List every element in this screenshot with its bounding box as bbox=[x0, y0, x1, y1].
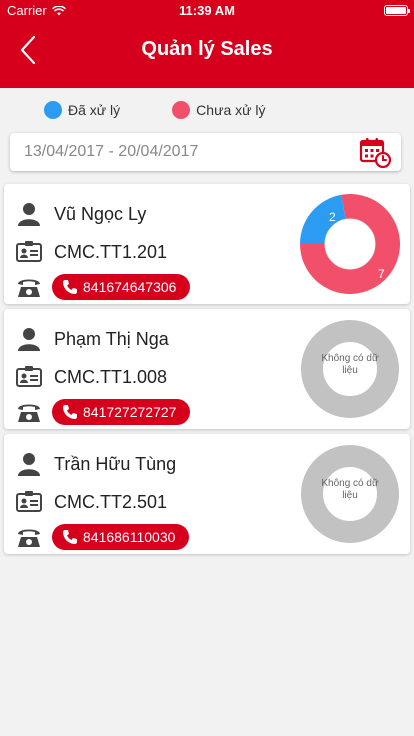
unprocessed-count: 7 bbox=[378, 267, 385, 281]
unprocessed-dot-icon bbox=[172, 101, 191, 119]
person-icon bbox=[18, 203, 40, 226]
no-data-label: Không có dữ liệu bbox=[321, 478, 379, 501]
id-card-icon bbox=[16, 241, 42, 262]
battery-icon bbox=[384, 5, 410, 16]
sales-card[interactable]: Vũ Ngọc Ly CMC.TT1.201 841674647306 2 7 bbox=[4, 184, 410, 304]
legend-item-unprocessed: Chưa xử lý bbox=[172, 101, 266, 119]
legend-label-processed: Đã xử lý bbox=[68, 102, 121, 118]
status-donut-chart: 2 7 bbox=[300, 194, 400, 294]
chart-legend: Đã xử lý Chưa xử lý bbox=[44, 100, 318, 120]
empty-donut-chart: Không có dữ liệu bbox=[301, 445, 399, 543]
phone-number: 841686110030 bbox=[83, 529, 176, 545]
sales-phone-row: 841727272727 bbox=[16, 399, 191, 425]
call-button[interactable]: 841686110030 bbox=[52, 524, 190, 550]
no-data-label: Không có dữ liệu bbox=[321, 353, 379, 376]
page-title: Quản lý Sales bbox=[141, 38, 273, 60]
sales-code-row: CMC.TT1.008 bbox=[16, 365, 167, 389]
nav-header: Carrier 11:39 AM Quản lý Sales bbox=[0, 0, 414, 88]
phone-icon bbox=[63, 405, 77, 419]
call-button[interactable]: 841727272727 bbox=[52, 399, 191, 425]
person-icon bbox=[18, 328, 40, 351]
phone-icon bbox=[63, 280, 77, 294]
telephone-icon bbox=[18, 279, 40, 297]
processed-count: 2 bbox=[329, 210, 336, 224]
phone-number: 841727272727 bbox=[83, 404, 177, 420]
status-bar: Carrier 11:39 AM bbox=[0, 0, 414, 22]
sales-name: Vũ Ngọc Ly bbox=[54, 203, 147, 224]
sales-code-row: CMC.TT2.501 bbox=[16, 490, 167, 514]
sales-code: CMC.TT2.501 bbox=[54, 491, 168, 512]
empty-donut-chart: Không có dữ liệu bbox=[301, 320, 399, 418]
sales-code: CMC.TT1.008 bbox=[54, 366, 168, 387]
app: Carrier 11:39 AM Quản lý Sales Đã xử lý bbox=[0, 0, 414, 736]
sales-code-row: CMC.TT1.201 bbox=[16, 240, 167, 264]
sales-code: CMC.TT1.201 bbox=[54, 241, 168, 262]
telephone-icon bbox=[18, 404, 40, 422]
call-button[interactable]: 841674647306 bbox=[52, 274, 191, 300]
clock: 11:39 AM bbox=[179, 3, 235, 18]
calendar-clock-icon[interactable] bbox=[359, 136, 391, 168]
sales-card[interactable]: Trần Hữu Tùng CMC.TT2.501 841686110030 K… bbox=[4, 434, 410, 554]
sales-name-row: Phạm Thị Nga bbox=[16, 327, 169, 351]
legend-item-processed: Đã xử lý bbox=[44, 101, 120, 119]
sales-name-row: Vũ Ngọc Ly bbox=[16, 202, 146, 226]
phone-icon bbox=[63, 530, 77, 544]
date-range-picker[interactable]: 13/04/2017 - 20/04/2017 bbox=[10, 133, 401, 171]
person-icon bbox=[18, 453, 40, 476]
processed-dot-icon bbox=[44, 101, 62, 119]
sales-name: Phạm Thị Nga bbox=[54, 328, 169, 349]
phone-number: 841674647306 bbox=[83, 279, 177, 295]
sales-phone-row: 841674647306 bbox=[16, 274, 191, 300]
sales-name: Trần Hữu Tùng bbox=[54, 453, 177, 474]
sales-phone-row: 841686110030 bbox=[16, 524, 190, 550]
telephone-icon bbox=[18, 529, 40, 547]
id-card-icon bbox=[16, 491, 42, 512]
date-range-text: 13/04/2017 - 20/04/2017 bbox=[24, 143, 199, 160]
sales-card[interactable]: Phạm Thị Nga CMC.TT1.008 841727272727 Kh… bbox=[4, 309, 410, 429]
id-card-icon bbox=[16, 366, 42, 387]
legend-label-unprocessed: Chưa xử lý bbox=[196, 102, 266, 118]
sales-name-row: Trần Hữu Tùng bbox=[16, 452, 176, 476]
